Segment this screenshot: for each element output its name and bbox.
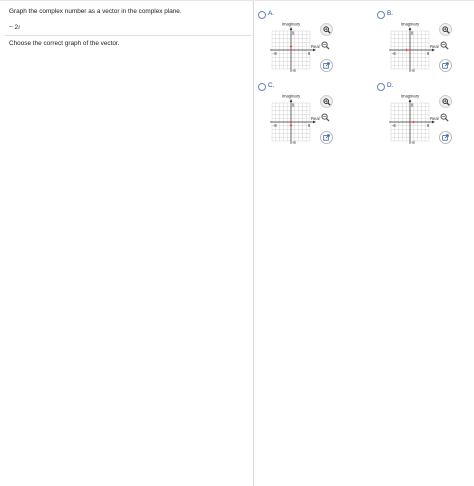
tick-label: -8 — [292, 140, 296, 145]
open-graph-button[interactable] — [320, 59, 333, 72]
imaginary-axis-label: Imaginary — [401, 94, 420, 99]
real-axis-label: Real — [311, 116, 320, 121]
tick-label: -8 — [411, 140, 415, 145]
option-c-graph: ImaginaryReal-8 88-8 — [270, 94, 320, 145]
imaginary-unit: i — [18, 24, 20, 31]
tick-label: -8 — [273, 51, 277, 56]
option-b-label[interactable]: B. — [387, 10, 393, 17]
imaginary-axis-label: Imaginary — [282, 94, 301, 99]
real-axis-label: Real — [430, 116, 439, 121]
imaginary-axis-label: Imaginary — [282, 22, 301, 27]
zoom-out-icon — [321, 41, 330, 50]
real-axis-arrow — [313, 120, 316, 124]
open-graph-button[interactable] — [439, 131, 452, 144]
option-d-label[interactable]: D. — [387, 82, 393, 89]
zoom-in-icon — [322, 25, 331, 34]
zoom-in-icon — [441, 97, 450, 106]
tick-label: -8 — [392, 123, 396, 128]
zoom-in-button[interactable] — [320, 23, 333, 36]
tick-label: -8 — [273, 123, 277, 128]
real-axis-label: Real — [311, 44, 320, 49]
tick-label: -8 — [411, 68, 415, 73]
question-divider — [5, 35, 251, 36]
real-axis-label: Real — [430, 44, 439, 49]
zoom-in-button[interactable] — [439, 95, 452, 108]
complex-number-value: − 2 — [9, 24, 19, 31]
real-axis-arrow — [313, 48, 316, 52]
option-b-radio[interactable] — [377, 11, 385, 19]
option-c-radio[interactable] — [258, 83, 266, 91]
open-external-icon — [442, 62, 449, 69]
option-c[interactable]: C. Imaginary Real -8 8 8 -8 — [258, 82, 358, 155]
option-a-graph: ImaginaryReal-8 88-8 — [270, 22, 320, 73]
tick-label: -8 — [292, 68, 296, 73]
zoom-out-button[interactable] — [439, 40, 450, 51]
open-external-icon — [323, 62, 330, 69]
real-axis-arrow — [432, 48, 435, 52]
zoom-out-icon — [440, 113, 449, 122]
question-instruction: Graph the complex number as a vector in … — [9, 8, 182, 15]
option-c-label[interactable]: C. — [268, 82, 274, 89]
real-axis-arrow — [432, 120, 435, 124]
option-a-label[interactable]: A. — [268, 10, 274, 17]
imaginary-axis-label: Imaginary — [401, 22, 420, 27]
open-graph-button[interactable] — [320, 131, 333, 144]
answer-prompt: Choose the correct graph of the vector. — [9, 40, 120, 47]
open-external-icon — [323, 134, 330, 141]
zoom-out-icon — [440, 41, 449, 50]
option-b[interactable]: B. Imaginary Real -8 8 8 -8 — [377, 10, 474, 83]
complex-number: − 2i — [9, 24, 20, 31]
option-d-graph: ImaginaryReal-8 88-8 — [389, 94, 439, 145]
zoom-in-icon — [441, 25, 450, 34]
tick-label: 8 — [427, 123, 430, 128]
option-b-graph: ImaginaryReal-8 88-8 — [389, 22, 439, 73]
zoom-in-icon — [322, 97, 331, 106]
pane-divider — [253, 1, 254, 486]
option-a-radio[interactable] — [258, 11, 266, 19]
zoom-out-icon — [321, 113, 330, 122]
option-d[interactable]: D. Imaginary Real -8 8 8 -8 — [377, 82, 474, 155]
zoom-out-button[interactable] — [439, 112, 450, 123]
open-graph-button[interactable] — [439, 59, 452, 72]
tick-label: -8 — [392, 51, 396, 56]
tick-label: 8 — [308, 123, 311, 128]
option-d-radio[interactable] — [377, 83, 385, 91]
zoom-in-button[interactable] — [439, 23, 452, 36]
tick-label: 8 — [308, 51, 311, 56]
zoom-in-button[interactable] — [320, 95, 333, 108]
option-a[interactable]: A. Imaginary Real -8 8 8 -8 — [258, 10, 358, 83]
tick-label: 8 — [427, 51, 430, 56]
zoom-out-button[interactable] — [320, 40, 331, 51]
question-panel: Graph the complex number as a vector in … — [0, 1, 253, 486]
open-external-icon — [442, 134, 449, 141]
zoom-out-button[interactable] — [320, 112, 331, 123]
